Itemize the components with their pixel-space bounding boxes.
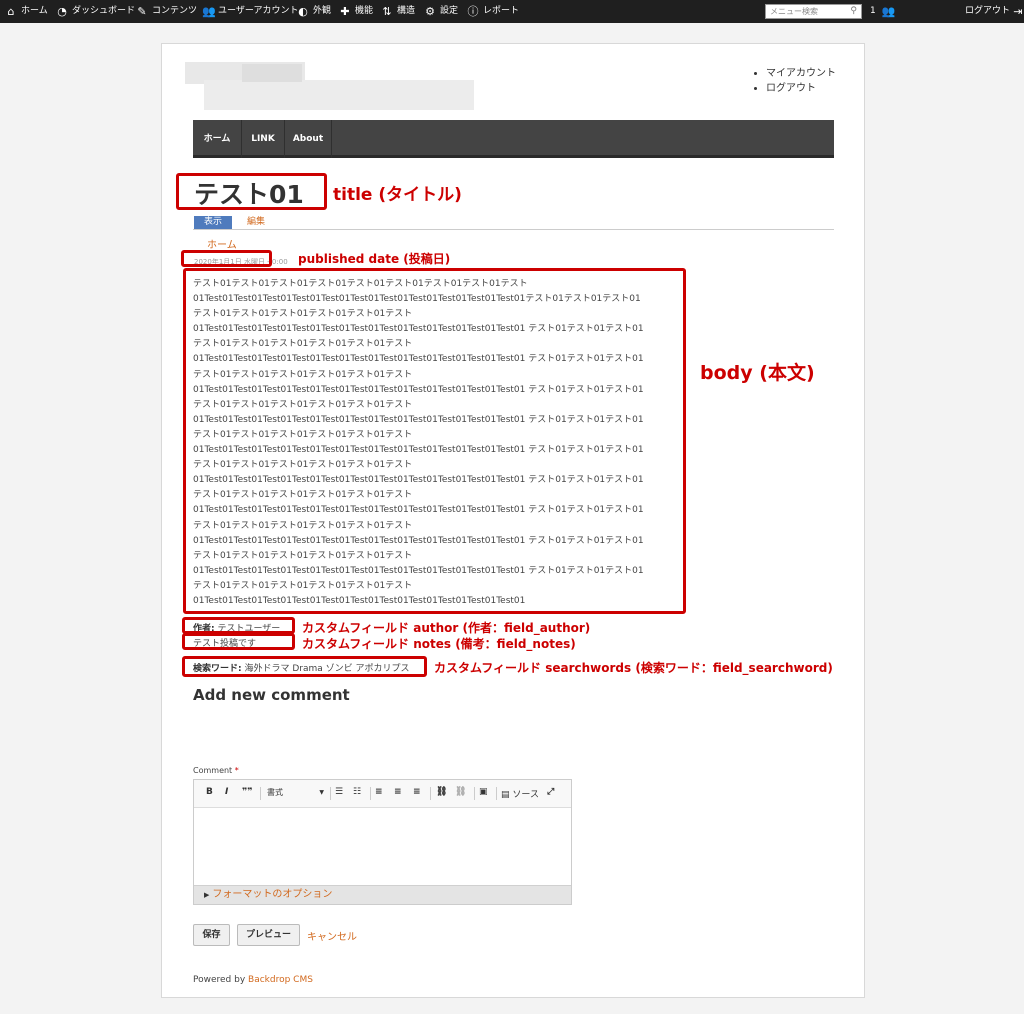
numbered-list-button[interactable]: ☷ (353, 787, 361, 797)
admin-menu-search-input[interactable]: メニュー検索 ⚲ (765, 4, 862, 19)
admin-item-dashboard[interactable]: ◔ ダッシュボード (56, 0, 135, 23)
admin-item-reports[interactable]: ⓘ レポート (467, 0, 520, 23)
users-icon: 👥 (202, 5, 216, 18)
tab-view[interactable]: 表示 (194, 216, 232, 229)
admin-item-users[interactable]: 👥 ユーザーアカウント (202, 0, 298, 23)
search-icon: ⚲ (850, 6, 857, 16)
admin-toolbar: ⌂ ホーム ◔ ダッシュボード ✎ コンテンツ 👥 ユーザーアカウント ◐ 外観 ✚ 機能 … (0, 0, 1024, 23)
triangle-right-icon: ▶ (204, 891, 210, 899)
palette-icon: ◐ (298, 5, 308, 18)
align-center-button[interactable]: ≡ (394, 787, 402, 797)
maximize-button[interactable]: ⤢ (547, 787, 554, 797)
admin-item-structure[interactable]: ⇅ 構造 (381, 0, 415, 23)
logout-link[interactable]: ログアウト (766, 81, 836, 96)
date-highlight-box (181, 250, 272, 267)
cancel-link[interactable]: キャンセル (307, 928, 357, 943)
comment-editor: B I ❞❞ 書式 ▼ ☰ ☷ ≡ ≡ ≡ ⛓ ⛓ ▣ ▤ ソース ⤢ ▶ フォーマ… (193, 779, 572, 905)
comment-textarea[interactable] (194, 808, 571, 874)
puzzle-icon: ✚ (340, 5, 350, 18)
pencil-icon: ✎ (137, 5, 147, 18)
unlink-button[interactable]: ⛓ (455, 787, 466, 797)
gear-icon: ⚙ (425, 5, 435, 18)
image-button[interactable]: ▣ (479, 787, 488, 797)
notes-highlight-box (182, 633, 295, 650)
align-left-button[interactable]: ≡ (375, 787, 383, 797)
admin-logout-link[interactable]: ログアウト ⇥ (965, 0, 1024, 23)
main-nav: ホーム LINK About (193, 120, 834, 158)
title-annotation: title (タイトル) (333, 185, 462, 205)
source-button[interactable]: ▤ ソース (501, 787, 539, 800)
admin-item-config[interactable]: ⚙ 設定 (424, 0, 458, 23)
searchwords-highlight-box (182, 656, 427, 677)
user-menu: マイアカウント ログアウト (754, 66, 836, 96)
nav-tab-link[interactable]: LINK (242, 120, 285, 158)
editor-toolbar: B I ❞❞ 書式 ▼ ☰ ☷ ≡ ≡ ≡ ⛓ ⛓ ▣ ▤ ソース ⤢ (194, 780, 571, 808)
body-highlight-box (183, 268, 686, 614)
comment-heading: Add new comment (193, 686, 350, 704)
searchwords-annotation: カスタムフィールド searchwords (検索ワード：field_searc… (434, 661, 833, 675)
comment-label: Comment * (193, 766, 239, 775)
powered-by: Powered by Backdrop CMS (193, 975, 313, 985)
admin-item-modules[interactable]: ✚ 機能 (339, 0, 373, 23)
info-icon: ⓘ (467, 5, 479, 18)
backdrop-cms-link[interactable]: Backdrop CMS (248, 975, 313, 985)
admin-item-home[interactable]: ⌂ ホーム (5, 0, 48, 23)
breadcrumb-home[interactable]: ホーム (207, 236, 237, 251)
link-button[interactable]: ⛓ (436, 787, 447, 797)
users-icon: 👥 (881, 5, 896, 18)
page-container: マイアカウント ログアウト ホーム LINK About テスト01 title… (161, 43, 865, 998)
home-icon: ⌂ (7, 5, 15, 18)
dashboard-icon: ◔ (57, 5, 67, 18)
save-button[interactable]: 保存 (193, 924, 230, 946)
admin-item-appearance[interactable]: ◐ 外観 (297, 0, 331, 23)
nav-tab-about[interactable]: About (285, 120, 332, 158)
source-icon: ▤ (501, 790, 510, 800)
title-highlight-box (176, 173, 327, 210)
date-annotation: published date (投稿日) (298, 252, 451, 266)
align-right-button[interactable]: ≡ (413, 787, 421, 797)
nav-tab-home[interactable]: ホーム (193, 120, 242, 158)
structure-icon: ⇅ (382, 5, 392, 18)
my-account-link[interactable]: マイアカウント (766, 66, 836, 81)
author-highlight-box (182, 617, 295, 634)
notes-annotation: カスタムフィールド notes (備考：field_notes) (302, 637, 576, 651)
bold-button[interactable]: B (206, 787, 213, 797)
body-annotation: body (本文) (700, 362, 815, 384)
logout-icon: ⇥ (1013, 5, 1023, 18)
tab-edit[interactable]: 編集 (247, 216, 265, 229)
admin-user-count[interactable]: 1 👥 (870, 0, 898, 23)
format-select[interactable]: 書式 ▼ (264, 786, 326, 800)
format-options-toggle[interactable]: ▶ フォーマットのオプション (194, 885, 571, 904)
admin-item-content[interactable]: ✎ コンテンツ (136, 0, 197, 23)
bulleted-list-button[interactable]: ☰ (335, 787, 343, 797)
blockquote-button[interactable]: ❞❞ (242, 787, 253, 797)
chevron-down-icon: ▼ (319, 789, 324, 796)
italic-button[interactable]: I (225, 787, 228, 797)
author-annotation: カスタムフィールド author (作者：field_author) (302, 621, 591, 635)
tabs-divider (193, 229, 834, 230)
preview-button[interactable]: プレビュー (237, 924, 300, 946)
required-mark: * (234, 766, 239, 775)
